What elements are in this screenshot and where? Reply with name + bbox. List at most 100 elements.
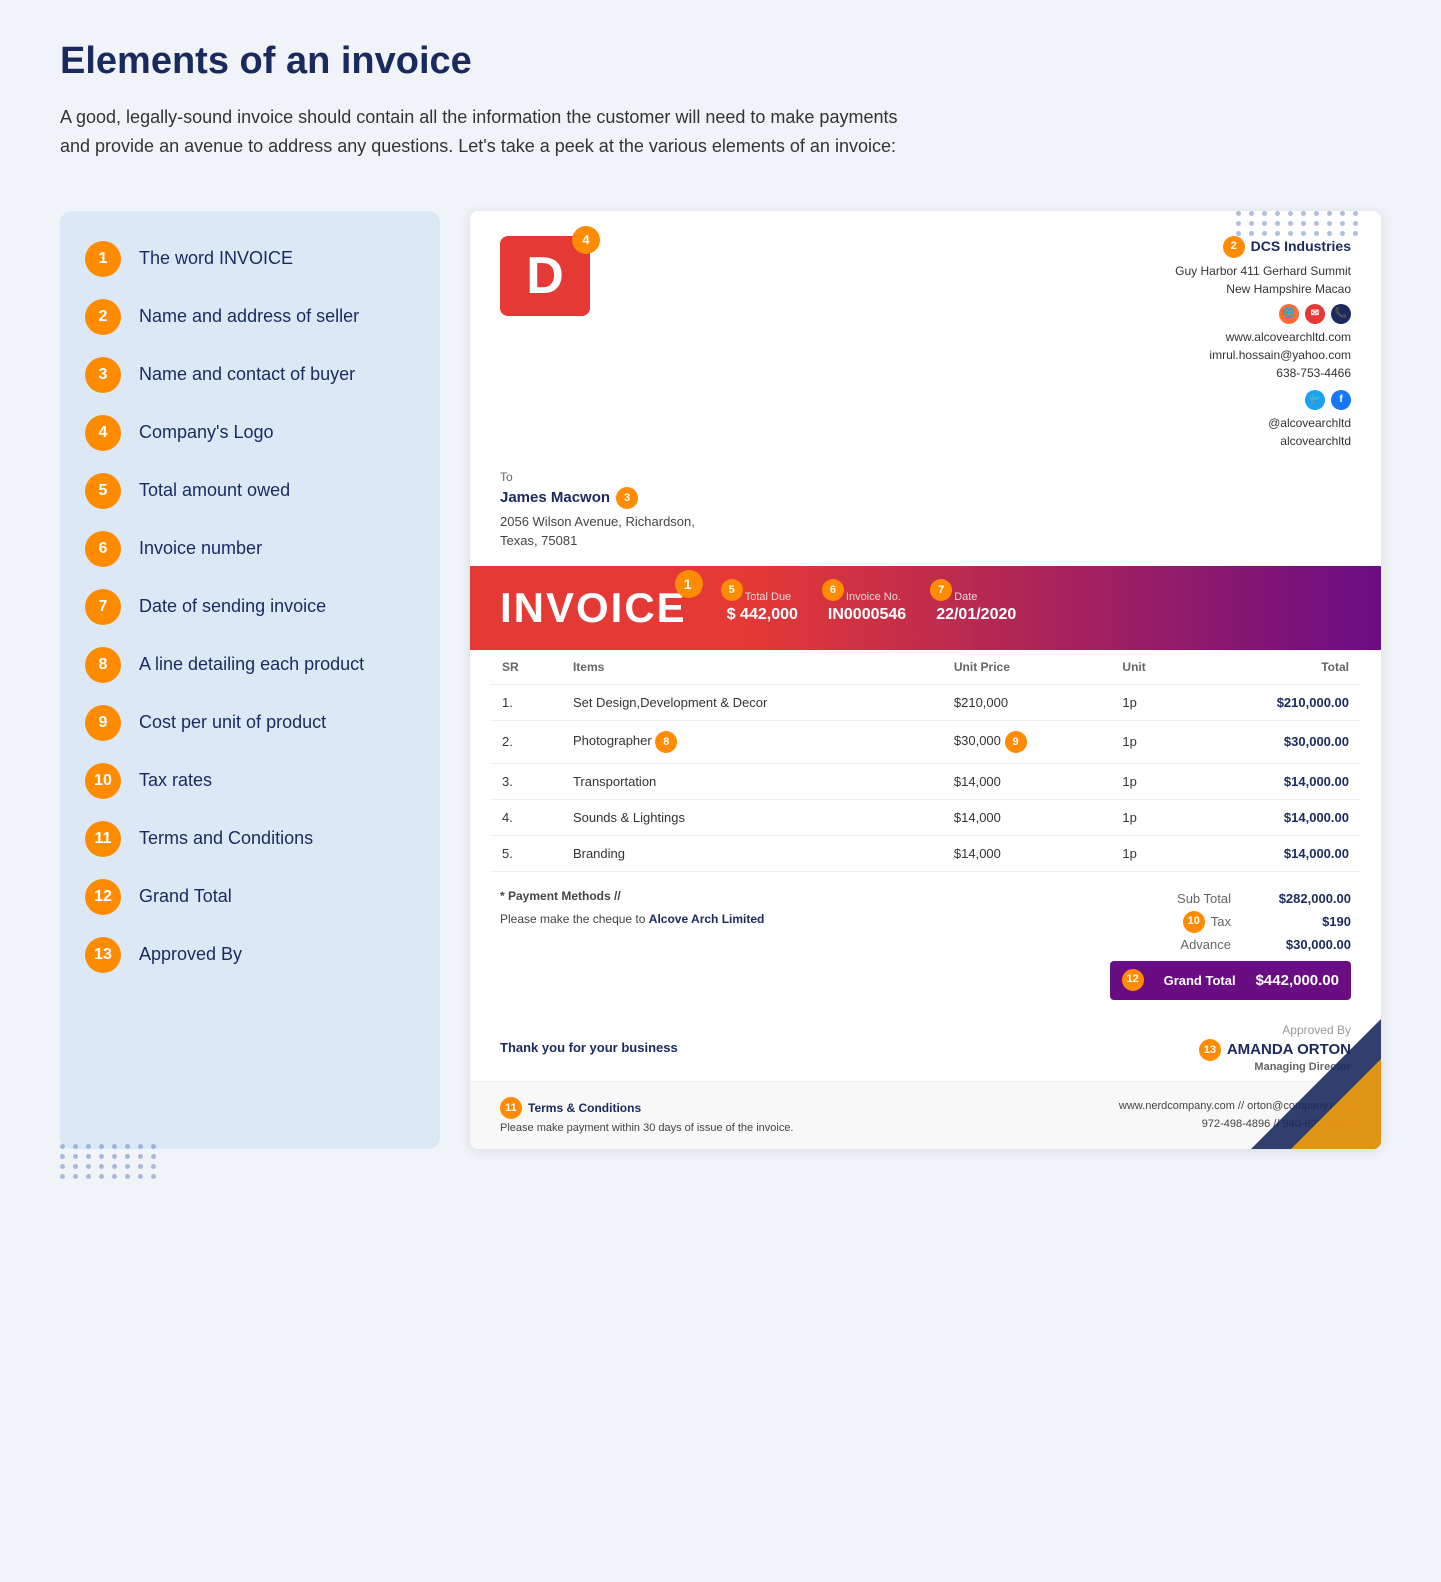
terms-badge: 11 xyxy=(500,1097,522,1119)
total-due-value: $ 442,000 xyxy=(727,606,798,624)
banner-fields: 5 Total Due $ 442,000 6 Invoice No. IN00… xyxy=(727,591,1017,624)
buyer-badge: 3 xyxy=(616,487,638,509)
list-text-4: Company's Logo xyxy=(139,422,274,443)
td-total: $14,000.00 xyxy=(1193,799,1361,835)
thankyou-text: Thank you for your business xyxy=(500,1040,678,1055)
table-row: 5. Branding $14,000 1p $14,000.00 xyxy=(490,835,1361,871)
tax-row: 10 Tax $190 xyxy=(1110,910,1351,933)
td-unit-price: $14,000 xyxy=(942,799,1111,835)
td-total: $30,000.00 xyxy=(1193,720,1361,763)
approved-badge: 13 xyxy=(1199,1039,1221,1061)
tax-label: 10 Tax xyxy=(1183,910,1231,933)
td-unit-price: $14,000 xyxy=(942,835,1111,871)
seller-info: 2 DCS Industries Guy Harbor 411 Gerhard … xyxy=(1175,236,1351,450)
buyer-section: To James Macwon 3 2056 Wilson Avenue, Ri… xyxy=(470,465,1381,566)
tax-value: $190 xyxy=(1251,910,1351,933)
buyer-address: 2056 Wilson Avenue, Richardson, Texas, 7… xyxy=(500,512,1351,551)
td-unit-price: $30,000 9 xyxy=(942,720,1111,763)
invoice-no-label-text: Invoice No. xyxy=(846,591,901,603)
list-item-2: 2 Name and address of seller xyxy=(85,299,415,335)
table-header-row: SR Items Unit Price Unit Total xyxy=(490,650,1361,685)
subtotal-label: Sub Total xyxy=(1177,887,1231,910)
list-badge-4: 4 xyxy=(85,415,121,451)
table-row: 2. Photographer 8 $30,000 9 1p $30,000.0… xyxy=(490,720,1361,763)
tax-label-text: Tax xyxy=(1211,910,1231,933)
logo-area: D 4 xyxy=(500,236,590,316)
td-unit: 1p xyxy=(1110,763,1193,799)
td-sr: 3. xyxy=(490,763,561,799)
page-description: A good, legally-sound invoice should con… xyxy=(60,103,920,161)
th-unit-price: Unit Price xyxy=(942,650,1111,685)
terms-title-text: Terms & Conditions xyxy=(528,1101,641,1115)
list-badge-1: 1 xyxy=(85,241,121,277)
invoice-table-section: SR Items Unit Price Unit Total 1. Set De… xyxy=(470,650,1381,872)
list-text-8: A line detailing each product xyxy=(139,654,364,675)
payment-info: * Payment Methods // Please make the che… xyxy=(500,887,764,929)
list-item-13: 13 Approved By xyxy=(85,937,415,973)
td-unit-price: $210,000 xyxy=(942,684,1111,720)
seller-address: Guy Harbor 411 Gerhard Summit xyxy=(1175,262,1351,280)
subtotal-row: Sub Total $282,000.00 xyxy=(1110,887,1351,910)
to-label: To xyxy=(500,470,1351,484)
left-panel: 1 The word INVOICE 2 Name and address of… xyxy=(60,211,440,1150)
invoice-no-value: IN0000546 xyxy=(828,606,906,624)
seller-email: imrul.hossain@yahoo.com xyxy=(1175,346,1351,364)
payment-company: Alcove Arch Limited xyxy=(649,912,765,926)
footer-terms: 11 Terms & Conditions Please make paymen… xyxy=(500,1097,794,1134)
date-label-text: Date xyxy=(954,591,977,603)
logo-letter: D xyxy=(526,246,564,306)
th-total: Total xyxy=(1193,650,1361,685)
total-due-label-text: Total Due xyxy=(745,591,791,603)
table-row: 4. Sounds & Lightings $14,000 1p $14,000… xyxy=(490,799,1361,835)
list-badge-8: 8 xyxy=(85,647,121,683)
date-badge: 7 xyxy=(930,579,952,601)
td-unit-price: $14,000 xyxy=(942,763,1111,799)
total-due-field: 5 Total Due $ 442,000 xyxy=(727,591,798,624)
thankyou-section: Thank you for your business Approved By … xyxy=(470,1015,1381,1081)
total-due-label: 5 Total Due xyxy=(727,591,798,603)
td-unit: 1p xyxy=(1110,835,1193,871)
facebook-icon: f xyxy=(1331,390,1351,410)
grand-total-badge: 12 xyxy=(1122,969,1144,991)
td-sr: 5. xyxy=(490,835,561,871)
list-text-10: Tax rates xyxy=(139,770,212,791)
list-badge-6: 6 xyxy=(85,531,121,567)
item-name-3: Sounds & Lightings xyxy=(573,810,685,825)
invoice-table: SR Items Unit Price Unit Total 1. Set De… xyxy=(490,650,1361,872)
td-item: Transportation xyxy=(561,763,942,799)
list-item-5: 5 Total amount owed xyxy=(85,473,415,509)
invoice-no-badge: 6 xyxy=(822,579,844,601)
invoice-footer: 11 Terms & Conditions Please make paymen… xyxy=(470,1081,1381,1149)
invoice-banner: INVOICE 1 5 Total Due $ 442,000 6 Invoic… xyxy=(470,566,1381,650)
table-row: 1. Set Design,Development & Decor $210,0… xyxy=(490,684,1361,720)
mail-icon: ✉ xyxy=(1305,304,1325,324)
list-item-7: 7 Date of sending invoice xyxy=(85,589,415,625)
td-item: Photographer 8 xyxy=(561,720,942,763)
list-item-8: 8 A line detailing each product xyxy=(85,647,415,683)
list-text-13: Approved By xyxy=(139,944,242,965)
th-unit: Unit xyxy=(1110,650,1193,685)
price-badge-1: 9 xyxy=(1005,731,1027,753)
td-total: $14,000.00 xyxy=(1193,763,1361,799)
main-layout: 1 The word INVOICE 2 Name and address of… xyxy=(60,211,1381,1150)
list-text-9: Cost per unit of product xyxy=(139,712,326,733)
phone-icon: 📞 xyxy=(1331,304,1351,324)
total-due-badge: 5 xyxy=(721,579,743,601)
advance-label: Advance xyxy=(1180,933,1231,956)
buyer-name: James Macwon xyxy=(500,489,610,506)
advance-value: $30,000.00 xyxy=(1251,933,1351,956)
td-total: $210,000.00 xyxy=(1193,684,1361,720)
invoice-word-text: INVOICE xyxy=(500,584,687,631)
list-item-9: 9 Cost per unit of product xyxy=(85,705,415,741)
td-sr: 2. xyxy=(490,720,561,763)
payment-title: * Payment Methods // xyxy=(500,887,764,906)
tax-badge: 10 xyxy=(1183,911,1205,933)
list-text-7: Date of sending invoice xyxy=(139,596,326,617)
td-unit: 1p xyxy=(1110,720,1193,763)
date-label: 7 Date xyxy=(936,591,1016,603)
td-unit: 1p xyxy=(1110,799,1193,835)
payment-text: Please make the cheque to Alcove Arch Li… xyxy=(500,910,764,929)
list-item-12: 12 Grand Total xyxy=(85,879,415,915)
buyer-street: 2056 Wilson Avenue, Richardson, xyxy=(500,512,1351,532)
item-badge-1: 8 xyxy=(655,731,677,753)
